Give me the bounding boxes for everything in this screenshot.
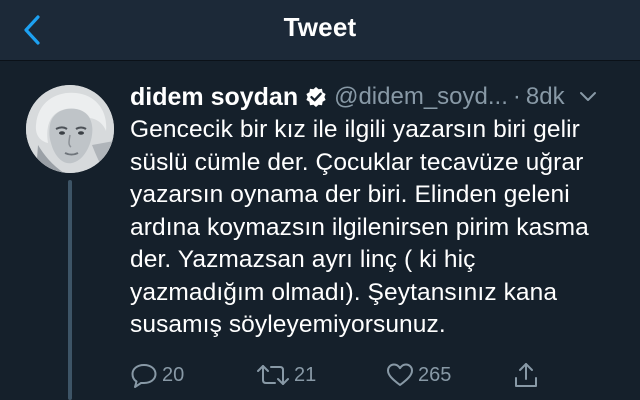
tweet-text-line: yazmadığım olmadı). Şeytansınız kana bbox=[130, 278, 558, 306]
share-icon bbox=[515, 363, 537, 387]
reply-button[interactable]: 20 bbox=[130, 360, 184, 390]
avatar[interactable] bbox=[26, 85, 114, 173]
tweet-header: didem soydan @didem_soyd... · 8dk bbox=[130, 82, 622, 112]
author-handle[interactable]: @didem_soyd... bbox=[334, 83, 508, 111]
separator-dot: · bbox=[512, 83, 521, 110]
retweet-icon bbox=[257, 365, 289, 385]
retweet-count: 21 bbox=[294, 363, 317, 386]
tweet-text-line: susamış söyleyemiyorsunuz. bbox=[130, 311, 446, 338]
thread-line bbox=[68, 180, 72, 400]
retweet-button[interactable]: 21 bbox=[256, 360, 316, 390]
like-button[interactable]: 265 bbox=[386, 360, 451, 390]
verified-badge-icon bbox=[305, 86, 327, 108]
tweet-text-line: ardına koymazsın ilgilenirsen pirim kasm… bbox=[130, 213, 589, 241]
share-button[interactable] bbox=[512, 360, 540, 390]
more-options-button[interactable] bbox=[577, 86, 599, 108]
profile-photo bbox=[26, 85, 114, 173]
tweet-text: Gencecik bir kız ile ilgili yazarsın bir… bbox=[130, 114, 630, 342]
page-title: Tweet bbox=[283, 12, 357, 42]
tweet-timestamp[interactable]: 8dk bbox=[526, 83, 565, 111]
tweet-actions: 20 21 265 bbox=[130, 360, 630, 390]
author-name[interactable]: didem soydan bbox=[130, 83, 298, 112]
reply-icon bbox=[131, 364, 157, 388]
chevron-down-icon bbox=[579, 92, 596, 101]
reply-count: 20 bbox=[162, 363, 185, 386]
like-count: 265 bbox=[418, 363, 452, 386]
tweet-text-line: süslü cümle der. Çocuklar tecavüze uğrar bbox=[130, 148, 584, 176]
heart-icon bbox=[387, 363, 413, 386]
top-bar: Tweet bbox=[0, 0, 640, 61]
tweet-text-line: yazarsın oynama der biri. Elinden geleni bbox=[130, 181, 570, 208]
tweet-text-line: der. Yazmazsan ayrı linç ( ki hiç bbox=[130, 246, 476, 273]
tweet-text-line: Gencecik bir kız ile ilgili yazarsın bir… bbox=[130, 116, 580, 143]
